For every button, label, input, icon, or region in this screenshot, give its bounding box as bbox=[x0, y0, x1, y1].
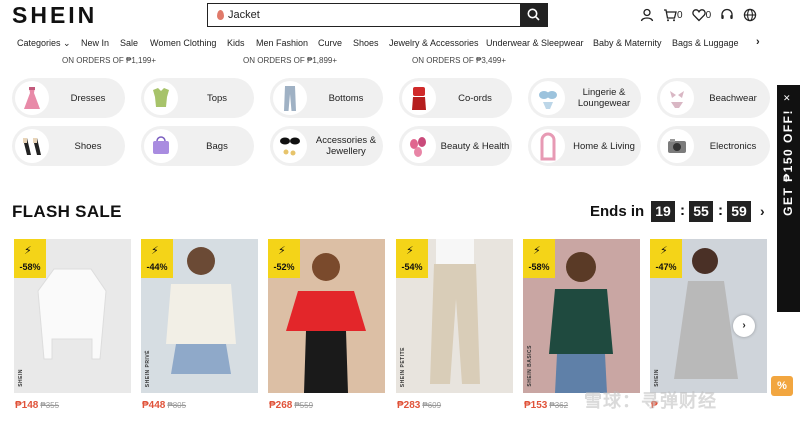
category-home-living[interactable]: Home & Living bbox=[528, 126, 641, 166]
discount-badge: ⚡ -52% bbox=[268, 239, 300, 278]
top-icon bbox=[144, 81, 178, 115]
nav-item-bags-luggage[interactable]: Bags & Luggage bbox=[672, 38, 739, 48]
category-lingerie-loungewear[interactable]: Lingerie & Loungewear bbox=[528, 78, 641, 118]
countdown-minutes: 55 bbox=[689, 201, 713, 222]
search-input[interactable] bbox=[228, 6, 518, 24]
close-icon[interactable]: ✕ bbox=[783, 93, 791, 104]
chevron-down-icon: ⌄ bbox=[63, 38, 71, 48]
pants-icon bbox=[273, 81, 307, 115]
sunglasses-icon bbox=[273, 129, 307, 163]
get-discount-side-tab[interactable]: ✕ GET ₱150 OFF! bbox=[777, 85, 800, 312]
category-accessories-jewellery[interactable]: Accessories & Jewellery bbox=[270, 126, 383, 166]
promo-text: ON ORDERS OF ₱3,499+ bbox=[412, 56, 507, 65]
category-nav: Categories ⌄ New In Sale Women Clothing … bbox=[0, 35, 800, 53]
nav-item-shoes[interactable]: Shoes bbox=[353, 38, 379, 48]
shoes-icon bbox=[15, 129, 49, 163]
discount-badge: ⚡ -58% bbox=[523, 239, 555, 278]
countdown-separator: : bbox=[718, 202, 723, 219]
header-icons: 0 0 bbox=[640, 6, 766, 24]
flash-sale-more-arrow[interactable]: › bbox=[760, 203, 765, 219]
mirror-icon bbox=[531, 129, 565, 163]
product-card[interactable]: ⚡ -52% bbox=[268, 239, 385, 393]
nav-item-women-clothing[interactable]: Women Clothing bbox=[150, 38, 216, 48]
brand-label: SHEIN bbox=[18, 369, 24, 387]
search-button[interactable] bbox=[520, 3, 548, 27]
promo-text: ON ORDERS OF ₱1,899+ bbox=[243, 56, 338, 65]
camera-icon bbox=[660, 129, 694, 163]
nav-item-jewelry-accessories[interactable]: Jewelry & Accessories bbox=[389, 38, 479, 48]
header: SHEIN 0 0 bbox=[0, 0, 800, 30]
bag-icon bbox=[144, 129, 178, 163]
wishlist-button[interactable]: 0 bbox=[691, 8, 712, 22]
nav-next-arrow[interactable]: › bbox=[756, 36, 760, 48]
brand-label: SHEIN BASICS bbox=[527, 345, 533, 387]
wishlist-count: 0 bbox=[705, 9, 712, 21]
nav-item-baby-maternity[interactable]: Baby & Maternity bbox=[593, 38, 662, 48]
category-tops[interactable]: Tops bbox=[141, 78, 254, 118]
search-bar[interactable] bbox=[207, 3, 548, 27]
heart-icon bbox=[691, 9, 706, 22]
cart-button[interactable]: 0 bbox=[663, 8, 683, 22]
nav-item-men-fashion[interactable]: Men Fashion bbox=[256, 38, 308, 48]
category-bottoms[interactable]: Bottoms bbox=[270, 78, 383, 118]
discount-badge: ⚡ -58% bbox=[14, 239, 46, 278]
product-price: ₱148 ₱355 bbox=[15, 400, 60, 411]
ends-in-label: Ends in bbox=[590, 203, 645, 220]
product-card[interactable]: ⚡ -58% SHEIN bbox=[14, 239, 131, 393]
lightning-icon: ⚡ bbox=[151, 245, 159, 257]
lightning-icon: ⚡ bbox=[278, 245, 286, 257]
product-price: ₱153 ₱362 bbox=[524, 400, 569, 411]
shein-logo[interactable]: SHEIN bbox=[12, 2, 97, 29]
category-bags[interactable]: Bags bbox=[141, 126, 254, 166]
countdown-seconds: 59 bbox=[727, 201, 751, 222]
coords-icon bbox=[402, 81, 436, 115]
lightning-icon: ⚡ bbox=[406, 245, 414, 257]
cart-icon bbox=[664, 9, 677, 22]
search-icon bbox=[527, 8, 540, 21]
product-price: ₱268 ₱559 bbox=[269, 400, 314, 411]
brand-label: SHEIN PRIVÉ bbox=[145, 349, 151, 387]
category-beauty-health[interactable]: Beauty & Health bbox=[399, 126, 512, 166]
promo-text: ON ORDERS OF ₱1,199+ bbox=[62, 56, 157, 65]
flash-sale-title: FLASH SALE bbox=[12, 202, 122, 221]
brand-label: SHEIN bbox=[654, 369, 660, 387]
watermark: 雪球：寻弹财经 bbox=[584, 391, 717, 411]
countdown-separator: : bbox=[680, 202, 685, 219]
bikini-icon bbox=[660, 81, 694, 115]
lightning-icon: ⚡ bbox=[660, 245, 668, 257]
beauty-icon bbox=[402, 129, 436, 163]
product-price: ₱283 ₱609 bbox=[397, 400, 442, 411]
dress-icon bbox=[15, 81, 49, 115]
category-beachwear[interactable]: Beachwear bbox=[657, 78, 770, 118]
product-card[interactable]: ⚡ -54% SHEIN PETITE bbox=[396, 239, 513, 393]
discount-badge: ⚡ -54% bbox=[396, 239, 428, 278]
category-co-ords[interactable]: Co-ords bbox=[399, 78, 512, 118]
discount-badge: ⚡ -44% bbox=[141, 239, 173, 278]
discount-percent-icon[interactable]: % bbox=[771, 376, 793, 396]
product-price: ₱448 ₱805 bbox=[142, 400, 187, 411]
countdown-hours: 19 bbox=[651, 201, 675, 222]
support-icon[interactable] bbox=[720, 8, 734, 22]
lightning-icon: ⚡ bbox=[533, 245, 541, 257]
nav-item-curve[interactable]: Curve bbox=[318, 38, 342, 48]
trending-flame-icon bbox=[217, 10, 224, 20]
category-dresses[interactable]: Dresses bbox=[12, 78, 125, 118]
lingerie-icon bbox=[531, 81, 565, 115]
product-card[interactable]: ⚡ -44% SHEIN PRIVÉ bbox=[141, 239, 258, 393]
product-card[interactable]: ⚡ -58% SHEIN BASICS bbox=[523, 239, 640, 393]
category-shoes[interactable]: Shoes bbox=[12, 126, 125, 166]
nav-item-sale[interactable]: Sale bbox=[120, 38, 138, 48]
carousel-next-button[interactable]: › bbox=[733, 315, 755, 337]
globe-icon[interactable] bbox=[743, 8, 757, 22]
account-icon[interactable] bbox=[640, 8, 654, 22]
lightning-icon: ⚡ bbox=[24, 245, 32, 257]
brand-label: SHEIN PETITE bbox=[400, 346, 406, 387]
nav-item-new-in[interactable]: New In bbox=[81, 38, 109, 48]
cart-count: 0 bbox=[677, 9, 683, 21]
nav-item-categories[interactable]: Categories ⌄ bbox=[17, 38, 71, 49]
nav-item-underwear-sleepwear[interactable]: Underwear & Sleepwear bbox=[486, 38, 584, 48]
discount-badge: ⚡ -47% bbox=[650, 239, 682, 278]
nav-item-kids[interactable]: Kids bbox=[227, 38, 245, 48]
category-electronics[interactable]: Electronics bbox=[657, 126, 770, 166]
